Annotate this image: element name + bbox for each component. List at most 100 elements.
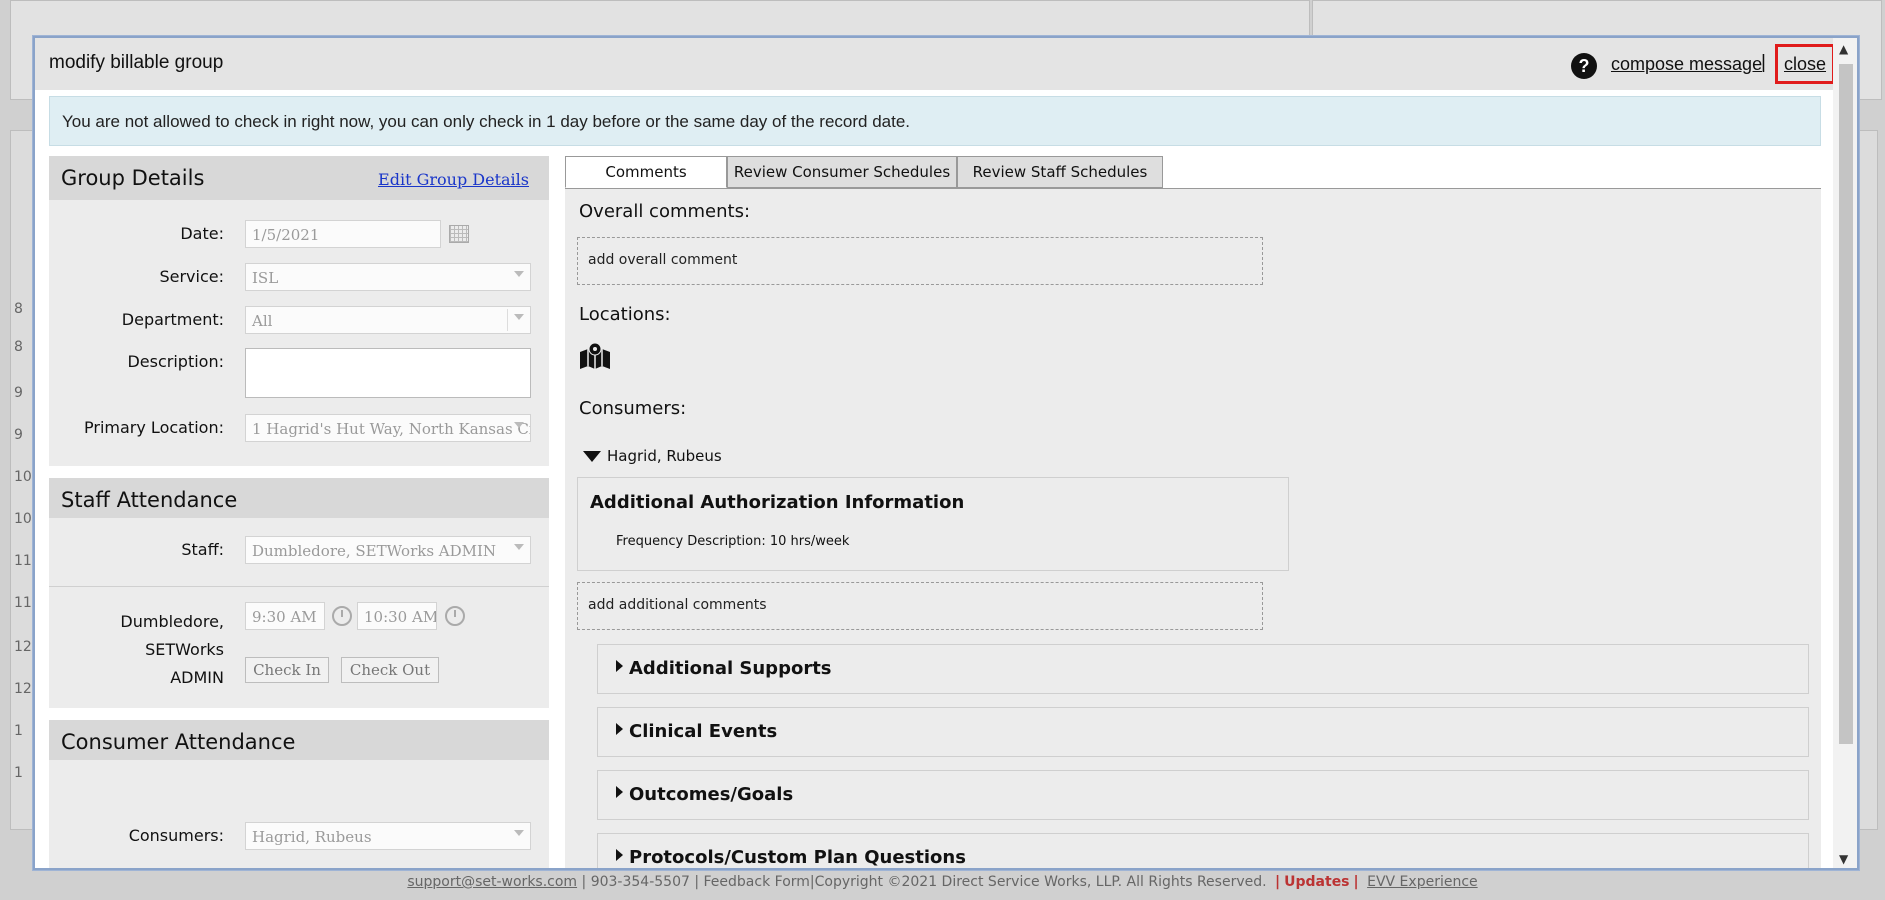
header-separator: | — [1761, 52, 1766, 73]
service-select[interactable]: ISL — [245, 263, 531, 291]
staff-select[interactable]: Dumbledore, SETWorks ADMIN — [245, 536, 531, 564]
description-label: Description: — [127, 352, 224, 371]
section-protocols-custom-plan-questions[interactable]: Protocols/Custom Plan Questions — [597, 833, 1809, 868]
map-icon[interactable] — [579, 342, 611, 370]
background-row-number: 12 — [14, 639, 32, 655]
section-title: Protocols/Custom Plan Questions — [629, 847, 966, 868]
tab-comments[interactable]: Comments — [565, 156, 727, 188]
primary-location-select[interactable]: 1 Hagrid's Hut Way, North Kansas Ci — [245, 414, 531, 442]
consumer-attendance-title: Consumer Attendance — [61, 730, 296, 754]
section-clinical-events[interactable]: Clinical Events — [597, 707, 1809, 757]
support-email-link[interactable]: support@set-works.com — [407, 874, 577, 890]
caret-right-icon — [616, 723, 623, 735]
chevron-down-icon — [514, 544, 524, 550]
consumer-attendance-heading: Consumer Attendance — [49, 720, 549, 760]
service-label: Service: — [159, 267, 224, 286]
locations-label: Locations: — [579, 304, 671, 325]
staff-attendance-title: Staff Attendance — [61, 488, 238, 512]
group-details-title: Group Details — [61, 166, 205, 190]
edit-group-details-link[interactable]: Edit Group Details — [378, 170, 529, 189]
chevron-down-icon — [514, 422, 524, 428]
caret-right-icon — [616, 849, 623, 861]
time-out-input[interactable]: 10:30 AM — [357, 602, 437, 630]
background-footer: support@set-works.com | 903-354-5507 | F… — [407, 874, 1478, 890]
department-select[interactable]: All — [245, 306, 531, 334]
description-textarea[interactable] — [245, 348, 531, 398]
chevron-down-icon — [514, 830, 524, 836]
date-input[interactable]: 1/5/2021 — [245, 220, 441, 248]
consumer-expander[interactable]: Hagrid, Rubeus — [583, 447, 722, 465]
evv-experience-link[interactable]: EVV Experience — [1367, 874, 1478, 890]
feedback-link[interactable]: Feedback Form — [704, 874, 810, 890]
compose-message-link[interactable]: compose message — [1611, 54, 1762, 75]
modify-billable-group-dialog: modify billable group ? compose message … — [33, 36, 1859, 870]
background-row-number: 8 — [14, 301, 23, 317]
background-row-number: 9 — [14, 385, 23, 401]
date-label: Date: — [180, 224, 224, 243]
comments-tab-content: Overall comments: add overall comment Lo… — [565, 188, 1821, 868]
clock-icon[interactable] — [332, 606, 352, 626]
help-icon[interactable]: ? — [1571, 53, 1597, 79]
section-outcomes-goals[interactable]: Outcomes/Goals — [597, 770, 1809, 820]
background-row-number: 1 — [14, 765, 23, 781]
background-row-number: 11 — [14, 553, 32, 569]
background-row-number: 11 — [14, 595, 32, 611]
section-additional-supports[interactable]: Additional Supports — [597, 644, 1809, 694]
check-in-alert: You are not allowed to check in right no… — [49, 96, 1821, 146]
background-row-number: 10 — [14, 511, 32, 527]
add-overall-comment-field[interactable]: add overall comment — [577, 237, 1263, 285]
chevron-down-icon — [514, 314, 524, 320]
caret-down-icon — [583, 451, 601, 462]
consumers-section-label: Consumers: — [579, 398, 687, 419]
time-in-input[interactable]: 9:30 AM — [245, 602, 325, 630]
footer-phone: 903-354-5507 — [590, 874, 690, 890]
section-title: Additional Supports — [629, 658, 832, 679]
staff-name-line2: ADMIN — [170, 668, 224, 687]
staff-divider — [49, 586, 549, 587]
department-label: Department: — [121, 310, 224, 329]
caret-right-icon — [616, 786, 623, 798]
frequency-description: Frequency Description: 10 hrs/week — [616, 534, 850, 549]
background-row-number: 8 — [14, 339, 23, 355]
scroll-up-icon[interactable]: ▲ — [1839, 42, 1848, 56]
consumers-label: Consumers: — [128, 826, 224, 845]
department-value: All — [252, 312, 273, 330]
caret-right-icon — [616, 660, 623, 672]
check-out-button[interactable]: Check Out — [341, 657, 439, 683]
primary-location-value: 1 Hagrid's Hut Way, North Kansas Ci — [252, 420, 531, 438]
select-separator — [507, 309, 508, 331]
consumers-select[interactable]: Hagrid, Rubeus — [245, 822, 531, 850]
clock-icon[interactable] — [445, 606, 465, 626]
dialog-title: modify billable group — [49, 52, 224, 73]
add-additional-comments-field[interactable]: add additional comments — [577, 582, 1263, 630]
calendar-icon[interactable] — [449, 225, 469, 243]
consumer-name: Hagrid, Rubeus — [607, 447, 722, 465]
updates-link[interactable]: Updates — [1284, 874, 1349, 890]
background-row-number: 12 — [14, 681, 32, 697]
background-row-number: 10 — [14, 469, 32, 485]
tab-review-consumer-schedules[interactable]: Review Consumer Schedules — [727, 156, 957, 188]
staff-name: Dumbledore, SETWorks ADMIN — [49, 608, 224, 692]
check-in-button[interactable]: Check In — [245, 657, 329, 683]
scroll-down-icon[interactable]: ▼ — [1839, 852, 1848, 866]
dialog-header: modify billable group ? compose message … — [35, 38, 1857, 90]
section-title: Clinical Events — [629, 721, 778, 742]
staff-attendance-panel: Staff Attendance Staff: Dumbledore, SETW… — [49, 478, 549, 708]
group-details-heading: Group Details Edit Group Details — [49, 156, 549, 200]
service-value: ISL — [252, 269, 279, 287]
chevron-down-icon — [514, 271, 524, 277]
close-link[interactable]: close — [1775, 44, 1835, 84]
authorization-info-title: Additional Authorization Information — [590, 492, 965, 513]
footer-copyright: Copyright ©2021 Direct Service Works, LL… — [814, 874, 1267, 890]
consumer-attendance-panel: Consumer Attendance Consumers: Hagrid, R… — [49, 720, 549, 868]
dialog-scrollbar[interactable]: ▲ ▼ — [1833, 38, 1857, 868]
primary-location-label: Primary Location: — [84, 418, 224, 437]
staff-value: Dumbledore, SETWorks ADMIN — [252, 542, 497, 560]
staff-label: Staff: — [181, 540, 224, 559]
tab-review-staff-schedules[interactable]: Review Staff Schedules — [957, 156, 1163, 188]
staff-name-line1: Dumbledore, SETWorks — [120, 612, 224, 659]
section-title: Outcomes/Goals — [629, 784, 794, 805]
consumers-value: Hagrid, Rubeus — [252, 828, 372, 846]
scroll-thumb[interactable] — [1839, 64, 1853, 744]
group-details-panel: Group Details Edit Group Details Date: 1… — [49, 156, 549, 466]
